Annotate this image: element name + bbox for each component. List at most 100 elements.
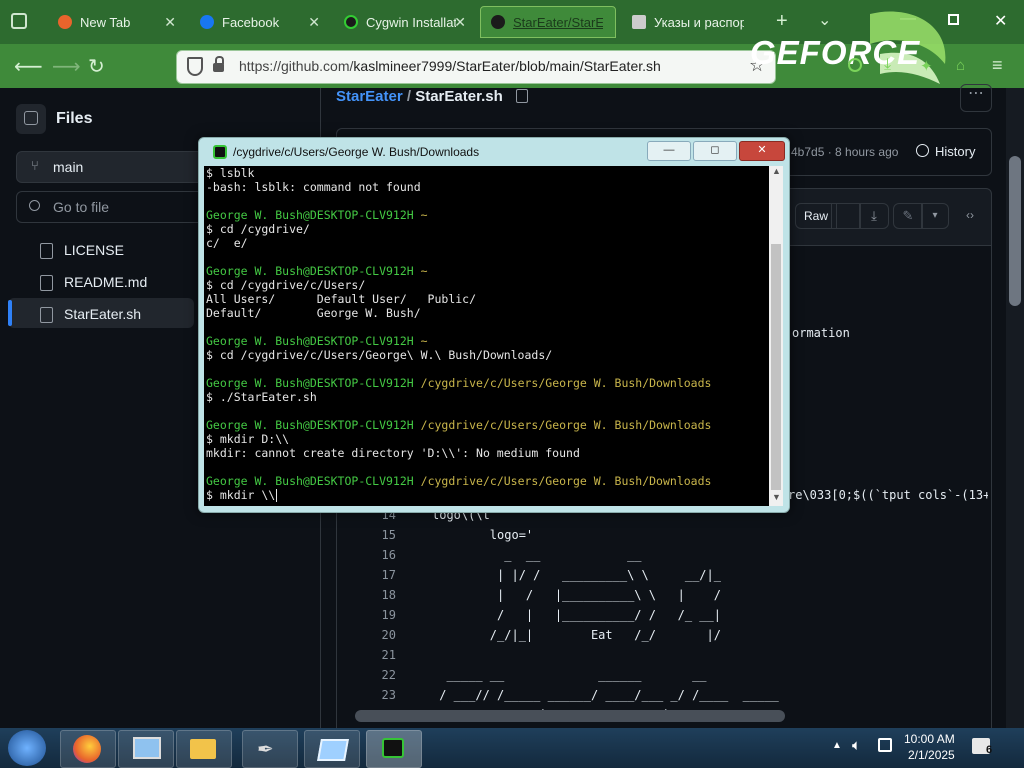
terminal-output[interactable]: $ lsblk -bash: lsblk: command not found Ge…	[204, 166, 769, 506]
breadcrumb-repo-link[interactable]: StarEater	[336, 88, 403, 105]
tab-stareater[interactable]: StarEater/StarEa	[480, 6, 616, 38]
edit-dropdown-icon[interactable]: ▾	[921, 203, 949, 229]
terminal-prompt-line: George W. Bush@DESKTOP-CLV912H /cygdrive…	[206, 474, 711, 488]
cygwin-icon	[213, 145, 227, 159]
file-icon	[40, 307, 53, 323]
reload-icon[interactable]: ↻	[88, 54, 105, 79]
line-number: 16	[381, 548, 396, 562]
line-number: 20	[381, 628, 396, 642]
terminal-output-line: $ ./StarEater.sh	[206, 390, 317, 404]
prompt-path: /cygdrive/c/Users/George W. Bush/Downloa…	[420, 376, 712, 390]
edit-pencil-icon[interactable]: ✎	[893, 203, 923, 229]
computer-icon	[133, 737, 161, 759]
terminal-output-line: $ cd /cygdrive/c/Users/George\ W.\ Bush/…	[206, 348, 553, 362]
horizontal-scrollbar[interactable]	[355, 710, 785, 722]
close-tab-icon[interactable]: ✕	[164, 14, 176, 31]
download-raw-icon[interactable]: ⤓	[859, 203, 889, 229]
prompt-host: George W. Bush@DESKTOP-CLV912H	[206, 264, 414, 278]
taskbar-firefox[interactable]	[60, 730, 116, 768]
folder-icon	[190, 739, 216, 759]
close-tab-icon[interactable]: ✕	[454, 14, 466, 31]
prompt-path: /cygdrive/c/Users/George W. Bush/Downloa…	[420, 418, 712, 432]
scroll-up-icon[interactable]: ▲	[772, 166, 781, 176]
tab-label: StarEater/StarEa	[513, 14, 603, 30]
extension-icon-2[interactable]: ✦	[920, 57, 933, 75]
close-window-icon[interactable]: ✕	[994, 11, 1007, 31]
page-scrollbar[interactable]	[1006, 88, 1024, 728]
taskbar-cygwin[interactable]	[366, 730, 422, 768]
tab-ukazy[interactable]: Указы и распор	[622, 6, 758, 38]
terminal-output-line: $ cd /cygdrive/c/Users/	[206, 278, 366, 292]
start-button[interactable]	[8, 730, 46, 766]
sidebar-item-license[interactable]: LICENSE	[64, 242, 124, 258]
extension-icon-3[interactable]: ⌂	[956, 57, 965, 74]
lock-icon[interactable]	[213, 63, 224, 72]
forward-arrow-icon[interactable]: ⟶	[52, 54, 81, 79]
show-hidden-icons-icon[interactable]: ▲	[832, 740, 842, 751]
download-icon[interactable]: ⤓	[884, 56, 891, 74]
prompt-path: ~	[420, 208, 428, 222]
line-number: 15	[381, 528, 396, 542]
taskbar-explorer[interactable]	[176, 730, 232, 768]
url-host: https://github.com/	[239, 58, 354, 74]
sidebar-item-readme[interactable]: README.md	[64, 274, 147, 290]
line-number: 17	[381, 568, 396, 582]
terminal-close-icon[interactable]: ✕	[739, 141, 785, 161]
scroll-down-icon[interactable]: ▼	[772, 492, 781, 502]
terminal-minimize-icon[interactable]: —	[647, 141, 691, 161]
tab-cygwin[interactable]: Cygwin Installat ✕	[334, 6, 474, 38]
back-arrow-icon[interactable]: ⟵	[14, 54, 43, 79]
github-icon	[491, 15, 505, 29]
terminal-prompt-line: George W. Bush@DESKTOP-CLV912H ~	[206, 264, 428, 278]
lock-shackle	[215, 56, 224, 64]
terminal-output-line: Default/ George W. Bush/	[206, 306, 421, 320]
breadcrumb: StarEater / StarEater.sh	[336, 88, 503, 108]
files-title: Files	[56, 110, 93, 127]
prompt-host: George W. Bush@DESKTOP-CLV912H	[206, 334, 414, 348]
copy-path-icon[interactable]	[516, 89, 528, 103]
code-line: | |/ / _________\ \ __/|_	[432, 568, 721, 582]
extension-icon-1[interactable]	[848, 58, 862, 72]
taskbar-computer[interactable]	[118, 730, 174, 768]
clock-date[interactable]: 2/1/2025	[908, 748, 955, 762]
close-tab-icon[interactable]: ✕	[308, 14, 320, 31]
terminal-prompt-line: George W. Bush@DESKTOP-CLV912H ~	[206, 334, 428, 348]
page-scrollbar-thumb[interactable]	[1009, 156, 1021, 306]
tab-label: Facebook	[222, 14, 280, 30]
sidebar-item-stareater[interactable]: StarEater.sh	[64, 306, 141, 322]
selected-indicator	[8, 300, 12, 326]
copy-raw-icon[interactable]	[831, 203, 861, 229]
go-to-file-placeholder: Go to file	[53, 199, 110, 215]
url-bar[interactable]: https://github.com/kaslmineer7999/StarEa…	[176, 50, 776, 84]
clock-time[interactable]: 10:00 AM	[904, 732, 955, 746]
url-path: kaslmineer7999/StarEater/blob/main/StarE…	[353, 58, 661, 74]
tab-new-tab[interactable]: New Tab ✕	[48, 6, 184, 38]
history-button[interactable]: History	[935, 144, 975, 159]
code-line: logo='	[432, 528, 534, 542]
tab-list-icon[interactable]	[11, 13, 27, 29]
prompt-path: ~	[420, 264, 428, 278]
cygwin-terminal-window[interactable]: /cygdrive/c/Users/George W. Bush/Downloa…	[198, 137, 790, 513]
windows-stack-icon	[317, 739, 349, 761]
taskbar-paint[interactable]: ✒	[242, 730, 298, 768]
notification-count-badge: 6	[986, 744, 993, 756]
commit-info[interactable]: 4b7d5 · 8 hours ago	[791, 145, 898, 159]
terminal-output-line: mkdir: cannot create directory 'D:\\': N…	[206, 446, 580, 460]
code-line: _____ __ ______ __	[432, 668, 707, 682]
tab-label: Указы и распор	[654, 14, 744, 30]
hamburger-menu-icon[interactable]: ≡	[992, 55, 1003, 76]
symbols-panel-icon[interactable]: ‹›	[957, 203, 983, 227]
pen-icon: ✒	[257, 739, 274, 761]
prompt-host: George W. Bush@DESKTOP-CLV912H	[206, 208, 414, 222]
taskbar-window-manager[interactable]	[304, 730, 360, 768]
history-clock-icon	[916, 144, 929, 157]
terminal-scrollbar[interactable]: ▲ ▼	[769, 166, 783, 506]
more-options-icon[interactable]: ⋯	[960, 84, 992, 112]
volume-icon[interactable]: 🔈︎	[852, 737, 861, 754]
terminal-scrollbar-thumb[interactable]	[771, 244, 781, 490]
terminal-maximize-icon[interactable]: ◻	[693, 141, 737, 161]
terminal-title: /cygdrive/c/Users/George W. Bush/Downloa…	[233, 145, 480, 159]
network-icon[interactable]	[878, 738, 892, 752]
shield-icon[interactable]	[187, 57, 203, 76]
tab-facebook[interactable]: Facebook ✕	[190, 6, 328, 38]
